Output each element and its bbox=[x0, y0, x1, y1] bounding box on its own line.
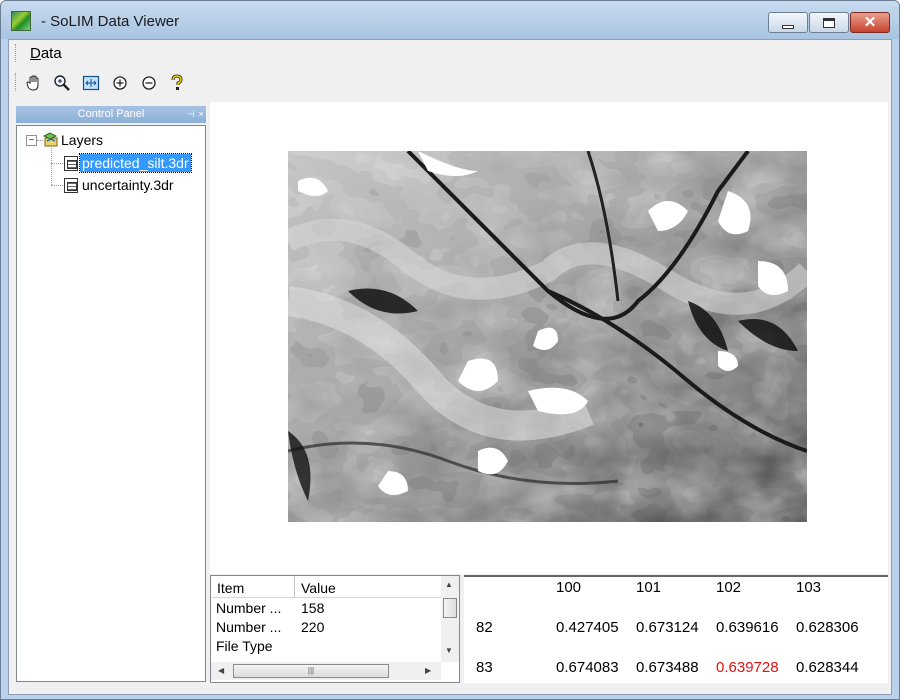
vertical-scrollbar[interactable]: ▲ ▼ bbox=[441, 576, 459, 662]
properties-header: Item Value bbox=[211, 576, 441, 598]
scroll-thumb[interactable]: ||| bbox=[233, 664, 389, 678]
property-name: File Type bbox=[216, 638, 273, 654]
zoom-in-icon[interactable] bbox=[110, 73, 130, 93]
grid-cell-highlighted[interactable]: 0.639728 bbox=[716, 659, 779, 676]
raster-map-image[interactable] bbox=[288, 151, 807, 522]
grid-cell[interactable]: 0.673488 bbox=[636, 659, 699, 676]
panel-close-icon[interactable]: × bbox=[197, 109, 205, 119]
toolbar bbox=[9, 68, 891, 98]
property-name: Number ... bbox=[216, 600, 282, 616]
title-bar[interactable]: - SoLIM Data Viewer ✕ bbox=[1, 1, 899, 39]
grid-column-header: 102 bbox=[716, 579, 742, 596]
property-value: 158 bbox=[301, 600, 325, 616]
column-header-item[interactable]: Item bbox=[211, 576, 295, 598]
maximize-button[interactable] bbox=[809, 12, 849, 33]
control-panel-header[interactable]: Control Panel ⊣ × bbox=[16, 106, 206, 123]
close-button[interactable]: ✕ bbox=[850, 12, 890, 33]
bottom-panel: Item Value Number ... 158 Number ... 220… bbox=[210, 575, 888, 683]
grid-cell[interactable]: 0.639616 bbox=[716, 619, 779, 636]
grid-column-header: 103 bbox=[796, 579, 822, 596]
map-view[interactable] bbox=[210, 102, 888, 574]
scroll-thumb[interactable] bbox=[443, 598, 457, 618]
toolbar-grip[interactable] bbox=[15, 73, 18, 91]
menu-grip[interactable] bbox=[15, 44, 18, 62]
scroll-left-icon[interactable]: ◀ bbox=[218, 666, 224, 675]
property-row[interactable]: Number ... 158 bbox=[211, 599, 441, 618]
window-title: - SoLIM Data Viewer bbox=[41, 13, 180, 30]
layer-item-predicted-silt[interactable]: predicted_silt.3dr bbox=[79, 153, 192, 173]
collapse-icon[interactable]: − bbox=[26, 135, 37, 146]
layers-root-label[interactable]: Layers bbox=[61, 132, 103, 148]
data-grid: 100 101 102 103 82 0.427405 0.673124 0.6… bbox=[464, 575, 888, 683]
layer-tree: − Layers predicted_silt.3dr uncertainty.… bbox=[16, 125, 206, 682]
grid-column-header: 100 bbox=[556, 579, 582, 596]
minimize-icon bbox=[782, 24, 794, 29]
close-icon: ✕ bbox=[863, 14, 877, 31]
full-extent-icon[interactable] bbox=[81, 73, 101, 93]
grid-cell[interactable]: 0.674083 bbox=[556, 659, 619, 676]
property-name: Number ... bbox=[216, 619, 282, 635]
control-panel-title: Control Panel bbox=[77, 108, 145, 120]
maximize-icon bbox=[823, 17, 835, 28]
menu-data[interactable]: Data bbox=[30, 45, 62, 62]
raster-map-graphic bbox=[288, 151, 807, 522]
scroll-down-icon[interactable]: ▼ bbox=[445, 646, 453, 655]
tree-connector bbox=[51, 163, 63, 164]
properties-list: Item Value Number ... 158 Number ... 220… bbox=[210, 575, 460, 683]
tree-connector bbox=[51, 148, 52, 185]
raster-file-icon bbox=[64, 156, 78, 171]
scroll-up-icon[interactable]: ▲ bbox=[445, 580, 453, 589]
menu-bar: Data bbox=[9, 40, 891, 66]
app-window: - SoLIM Data Viewer ✕ Data Control Panel… bbox=[0, 0, 900, 700]
raster-file-icon bbox=[64, 178, 78, 193]
horizontal-scrollbar[interactable]: ◀ ||| ▶ bbox=[211, 662, 441, 680]
grid-row-header: 82 bbox=[476, 619, 493, 636]
grid-cell[interactable]: 0.628306 bbox=[796, 619, 859, 636]
grid-row-header: 83 bbox=[476, 659, 493, 676]
column-header-value[interactable]: Value bbox=[295, 576, 441, 598]
zoom-icon[interactable] bbox=[52, 73, 72, 93]
property-row[interactable]: File Type bbox=[211, 637, 441, 656]
zoom-out-icon[interactable] bbox=[139, 73, 159, 93]
help-icon[interactable] bbox=[167, 73, 187, 93]
grid-cell[interactable]: 0.673124 bbox=[636, 619, 699, 636]
layer-item-uncertainty[interactable]: uncertainty.3dr bbox=[80, 176, 176, 194]
scroll-right-icon[interactable]: ▶ bbox=[425, 666, 431, 675]
property-row[interactable]: Number ... 220 bbox=[211, 618, 441, 637]
grid-column-header: 101 bbox=[636, 579, 662, 596]
grid-cell[interactable]: 0.628344 bbox=[796, 659, 859, 676]
client-area: Data Control Panel ⊣ × − Layers predicte… bbox=[8, 39, 892, 695]
minimize-button[interactable] bbox=[768, 12, 808, 33]
app-icon bbox=[11, 11, 31, 31]
layers-folder-icon bbox=[42, 132, 59, 148]
tree-connector bbox=[51, 185, 63, 186]
property-value: 220 bbox=[301, 619, 325, 635]
grid-cell[interactable]: 0.427405 bbox=[556, 619, 619, 636]
pin-icon[interactable]: ⊣ bbox=[186, 109, 195, 119]
pan-icon[interactable] bbox=[24, 73, 44, 93]
